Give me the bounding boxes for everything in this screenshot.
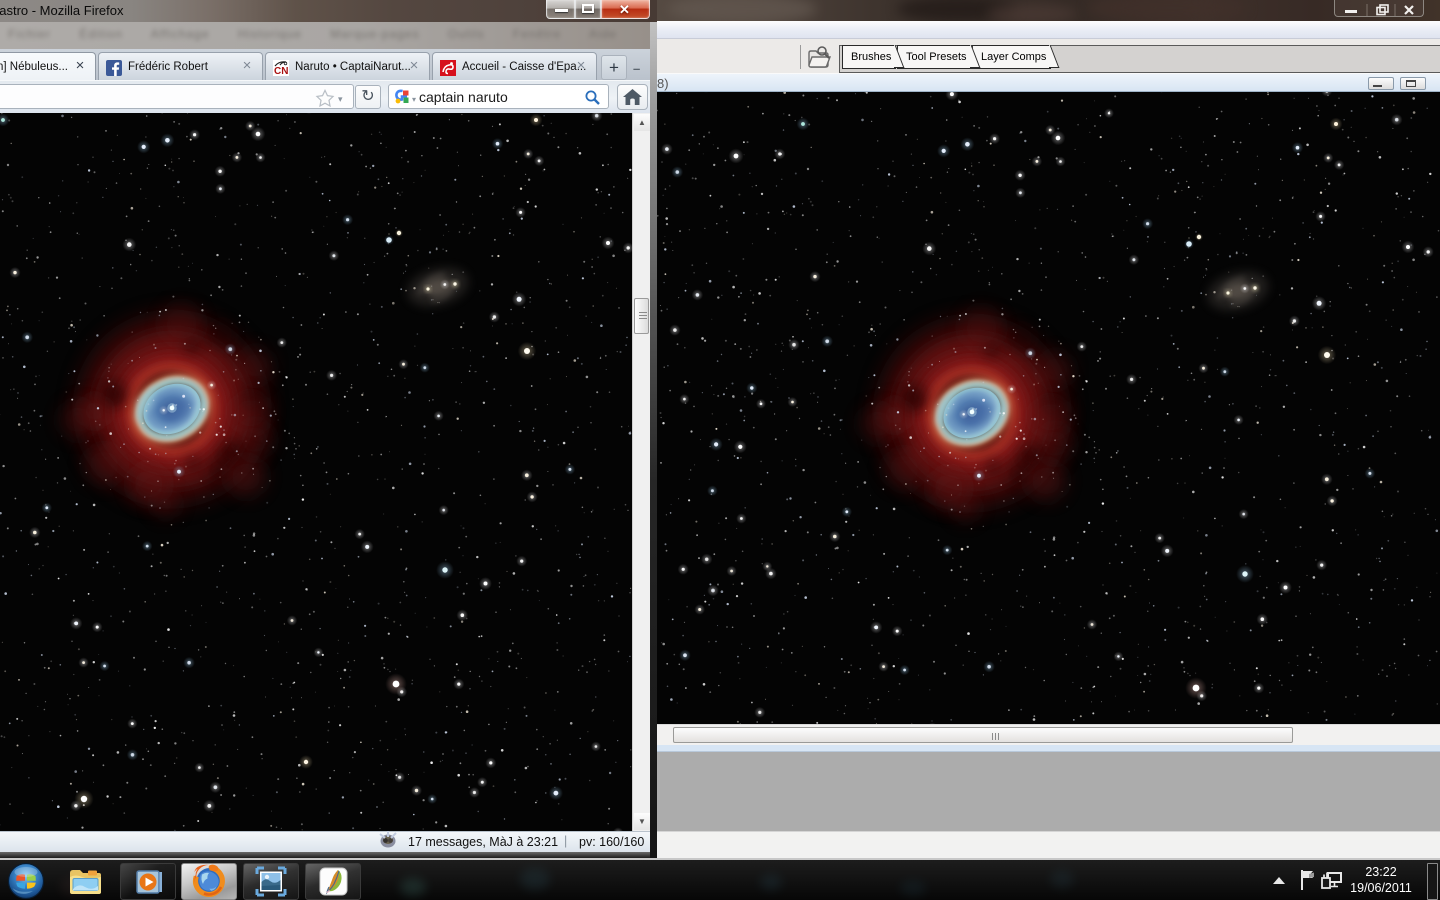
svg-text:CN: CN bbox=[274, 66, 288, 76]
